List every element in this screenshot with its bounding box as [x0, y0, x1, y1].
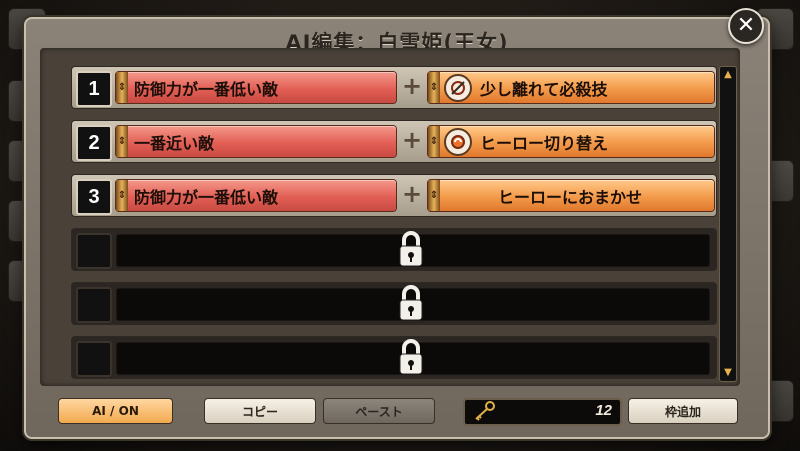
lock-icon — [399, 285, 423, 321]
key-counter: 12 — [463, 398, 622, 426]
drag-handle-icon[interactable]: ⇕ — [428, 126, 440, 157]
locked-rule-row — [71, 228, 717, 271]
action-label: 少し離れて必殺技 — [480, 79, 608, 99]
drag-handle-icon[interactable]: ⇕ — [428, 180, 440, 211]
rule-index-empty — [76, 341, 112, 377]
scrollbar[interactable]: ▲ ▼ — [719, 66, 737, 382]
add-slot-button[interactable]: 枠追加 — [628, 398, 738, 424]
locked-rule-row — [71, 336, 717, 379]
target-condition-label: 一番近い敵 — [134, 133, 215, 153]
close-icon: ✕ — [736, 13, 756, 38]
target-condition-slot[interactable]: ⇕ 防御力が一番低い敵 — [116, 72, 396, 103]
scroll-up-icon[interactable]: ▲ — [720, 69, 736, 81]
action-label: ヒーロー切り替え — [480, 133, 609, 153]
target-condition-label: 防御力が一番低い敵 — [134, 79, 279, 99]
rule-index: 1 — [76, 71, 112, 107]
rule-index: 2 — [76, 125, 112, 161]
drag-handle-icon[interactable]: ⇕ — [116, 180, 128, 211]
ai-rule-row[interactable]: 3 ⇕ 防御力が一番低い敵 + ⇕ ヒーローにおまかせ — [71, 174, 717, 217]
swap-icon — [444, 127, 472, 156]
action-slot[interactable]: ⇕ ヒーローにおまかせ — [428, 180, 714, 211]
lock-icon — [399, 231, 423, 267]
scroll-down-icon[interactable]: ▼ — [720, 367, 736, 379]
target-condition-slot[interactable]: ⇕ 一番近い敵 — [116, 126, 396, 157]
drag-handle-icon[interactable]: ⇕ — [116, 72, 128, 103]
key-count: 12 — [595, 402, 612, 419]
action-slot[interactable]: ⇕ ヒーロー切り替え — [428, 126, 714, 157]
ai-rule-row[interactable]: 2 ⇕ 一番近い敵 + ⇕ ヒーロー切り替え — [71, 120, 717, 163]
close-button[interactable]: ✕ — [728, 8, 764, 44]
key-icon — [475, 401, 495, 421]
target-condition-slot[interactable]: ⇕ 防御力が一番低い敵 — [116, 180, 396, 211]
drag-handle-icon[interactable]: ⇕ — [116, 126, 128, 157]
drag-handle-icon[interactable]: ⇕ — [428, 72, 440, 103]
target-condition-label: 防御力が一番低い敵 — [134, 187, 279, 207]
paste-button[interactable]: ペースト — [323, 398, 435, 424]
plus-icon: + — [401, 180, 423, 208]
locked-rule-row — [71, 282, 717, 325]
plus-icon: + — [401, 126, 423, 154]
rule-index-empty — [76, 287, 112, 323]
action-slot[interactable]: ⇕ 少し離れて必殺技 — [428, 72, 714, 103]
lock-icon — [399, 339, 423, 375]
sword-swirl-icon — [444, 73, 472, 102]
rule-index-empty — [76, 233, 112, 269]
action-label: ヒーローにおまかせ — [497, 187, 642, 207]
ai-toggle-button[interactable]: AI / ON — [58, 398, 173, 424]
plus-icon: + — [401, 72, 423, 100]
rule-index: 3 — [76, 179, 112, 215]
ai-rule-row[interactable]: 1 ⇕ 防御力が一番低い敵 + ⇕ 少し離れて必殺技 — [71, 66, 717, 109]
copy-button[interactable]: コピー — [204, 398, 316, 424]
